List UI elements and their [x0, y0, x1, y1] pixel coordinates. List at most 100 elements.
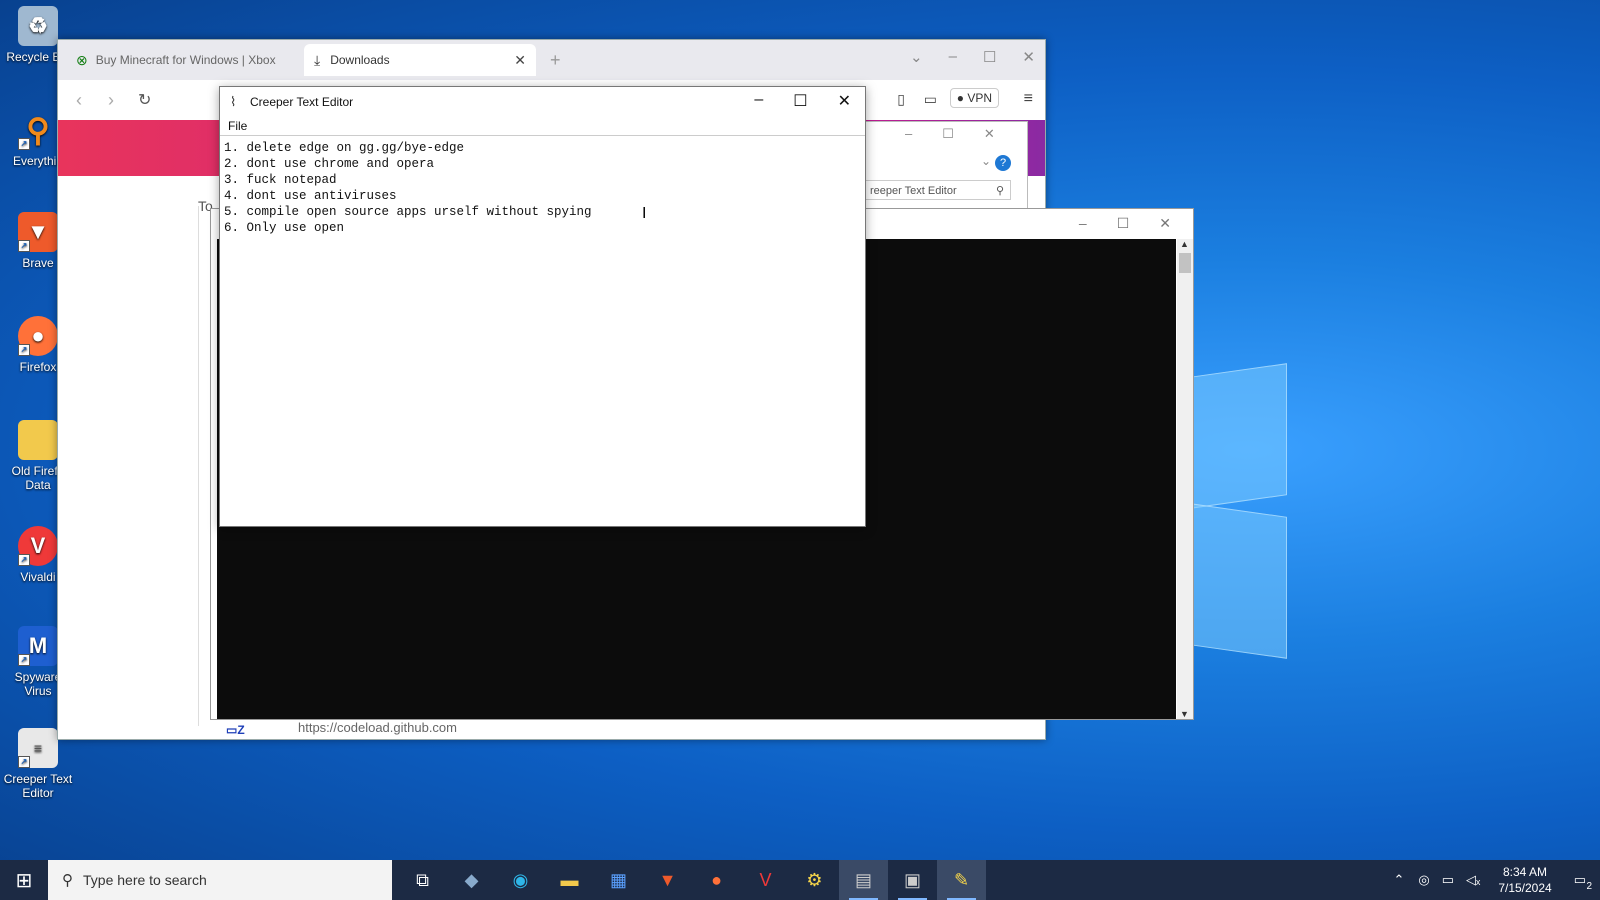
wallet-icon[interactable]: ▭	[924, 91, 937, 108]
text-line: 6. Only use open	[224, 221, 345, 235]
maximize-icon[interactable]: ☐	[1117, 215, 1130, 232]
sidebar-icon[interactable]: ▯	[897, 91, 905, 108]
search-icon: ⚲	[995, 185, 1004, 197]
forward-icon[interactable]: ›	[108, 90, 114, 111]
downloads-window: – ☐ ✕ ⌄ ? reeper Text Editor ⚲	[864, 121, 1028, 213]
close-icon[interactable]: ✕	[1159, 215, 1171, 232]
notification-count: 2	[1586, 881, 1592, 892]
creeper-text-editor-window: ⌇ Creeper Text Editor – ☐ ✕ File 1. dele…	[219, 86, 866, 527]
app-icon[interactable]: ▤	[839, 860, 888, 900]
desktop-icon-label: Vivaldi	[20, 570, 56, 584]
search-icon: ⚲	[62, 872, 73, 889]
close-icon[interactable]: ✕	[984, 126, 995, 142]
app-icon-2[interactable]: ▣	[888, 860, 937, 900]
firefox-icon[interactable]: ●	[692, 860, 741, 900]
editor-titlebar[interactable]: ⌇ Creeper Text Editor – ☐ ✕	[220, 87, 865, 117]
store-icon[interactable]: ▦	[594, 860, 643, 900]
console-scrollbar[interactable]: ▲ ▼	[1177, 239, 1193, 719]
download-url[interactable]: https://codeload.github.com	[298, 720, 457, 735]
task-view-icon[interactable]: ⧉	[398, 860, 447, 900]
minimize-icon[interactable]: –	[754, 91, 763, 111]
recycle-bin-icon: ♻	[18, 6, 58, 46]
desktop-icon-label: Creeper Text Editor	[3, 772, 73, 800]
tab-strip: ⊗ Buy Minecraft for Windows | Xbox ⤓ Dow…	[58, 40, 1045, 80]
network-icon[interactable]: ▭	[1442, 872, 1454, 888]
windows-wallpaper-logo	[1190, 350, 1300, 659]
malwarebytes-icon: M ↗	[18, 626, 58, 666]
text-file-icon: ≡ ↗	[18, 728, 58, 768]
minimize-icon[interactable]: –	[1079, 215, 1087, 232]
desktop-icon-label: Brave	[22, 256, 54, 270]
taskbar: ⊞ ⚲ Type here to search ⧉ ◆ ◉ ▬ ▦ ▼ ● V …	[0, 860, 1600, 900]
system-tray: ⌃ ◎ ▭ ◁ₓ 8:34 AM 7/15/2024 ▭ 2	[1386, 860, 1600, 900]
search-text: reeper Text Editor	[870, 185, 957, 197]
edge-icon[interactable]: ◉	[496, 860, 545, 900]
desktop-icon-label: Firefox	[19, 360, 57, 374]
clock-time: 8:34 AM	[1502, 865, 1548, 879]
vivaldi-icon[interactable]: V	[741, 860, 790, 900]
volume-muted-icon[interactable]: ◁ₓ	[1466, 872, 1480, 888]
new-tab-button[interactable]: +	[550, 50, 561, 71]
vpn-dot-icon: ●	[956, 91, 964, 105]
notification-icon[interactable]: ▭ 2	[1574, 872, 1592, 892]
close-icon[interactable]: ✕	[838, 91, 851, 111]
minimize-icon[interactable]: –	[905, 126, 912, 142]
app-feather-icon: ⌇	[230, 94, 237, 109]
downloads-search-input[interactable]: reeper Text Editor ⚲	[865, 180, 1011, 200]
clock-date: 7/15/2024	[1498, 881, 1552, 895]
maximize-icon[interactable]: ☐	[983, 48, 996, 66]
help-icon[interactable]: ?	[995, 155, 1011, 171]
search-placeholder: Type here to search	[83, 872, 207, 888]
window-title: Creeper Text Editor	[250, 95, 354, 109]
brave-icon[interactable]: ▼	[643, 860, 692, 900]
text-line: 4. dont use antiviruses	[224, 189, 397, 203]
maximize-icon[interactable]: ☐	[942, 126, 954, 142]
menu-bar: File	[220, 117, 865, 136]
maximize-icon[interactable]: ☐	[793, 91, 807, 111]
desktop-icon-label: Spyware Virus	[14, 670, 62, 698]
menu-icon[interactable]: ≡	[1024, 90, 1033, 108]
scroll-up-icon[interactable]: ▲	[1180, 239, 1189, 249]
clock[interactable]: 8:34 AM 7/15/2024	[1498, 864, 1551, 896]
meet-icon[interactable]: ◎	[1418, 872, 1429, 888]
xbox-icon: ⊗	[76, 51, 88, 68]
menu-file[interactable]: File	[228, 119, 247, 133]
text-cursor-icon: I	[642, 205, 647, 222]
tab-downloads[interactable]: ⤓ Downloads ✕	[304, 44, 536, 76]
start-button[interactable]: ⊞	[0, 860, 48, 900]
windows-start-icon: ⊞	[15, 869, 33, 892]
text-line: 5. compile open source apps urself witho…	[224, 205, 592, 219]
file-explorer-icon[interactable]: ▬	[545, 860, 594, 900]
python-idle-icon[interactable]: ✎	[937, 860, 986, 900]
download-icon: ⤓	[314, 51, 321, 68]
scroll-down-icon[interactable]: ▼	[1180, 709, 1189, 719]
everything-icon: ⚲ ↗	[18, 110, 58, 150]
text-line: 2. dont use chrome and opera	[224, 157, 435, 171]
reload-icon[interactable]: ↻	[138, 90, 151, 110]
back-icon[interactable]: ‹	[76, 90, 82, 111]
7zip-icon: ▭Z	[226, 723, 245, 737]
text-line: 1. delete edge on gg.gg/bye-edge	[224, 141, 465, 155]
close-tab-icon[interactable]: ✕	[514, 52, 526, 69]
vivaldi-icon: V ↗	[18, 526, 58, 566]
minimize-icon[interactable]: –	[949, 48, 957, 66]
folder-icon	[18, 420, 58, 460]
desktop-icon-label: Everythin	[12, 154, 64, 168]
vpn-button[interactable]: ● VPN	[949, 88, 999, 108]
editor-text-area[interactable]: 1. delete edge on gg.gg/bye-edge 2. dont …	[222, 138, 863, 524]
tab-minecraft[interactable]: ⊗ Buy Minecraft for Windows | Xbox	[66, 44, 296, 76]
close-icon[interactable]: ✕	[1022, 48, 1035, 66]
brave-icon: ▼ ↗	[18, 212, 58, 252]
chevron-up-icon[interactable]: ⌃	[1394, 872, 1405, 888]
text-line: 3. fuck notepad	[224, 173, 337, 187]
tab-label: Downloads	[330, 53, 390, 67]
tab-list-chevron-icon[interactable]: ⌄	[910, 48, 923, 66]
tab-label: Buy Minecraft for Windows | Xbox	[95, 53, 276, 67]
taskbar-search-input[interactable]: ⚲ Type here to search	[48, 860, 392, 900]
python-icon[interactable]: ⚙	[790, 860, 839, 900]
chevron-down-icon[interactable]: ⌄	[981, 154, 991, 168]
scroll-thumb[interactable]	[1179, 253, 1191, 273]
firefox-icon: ● ↗	[18, 316, 58, 356]
copilot-icon[interactable]: ◆	[447, 860, 496, 900]
vpn-label: VPN	[967, 91, 992, 105]
